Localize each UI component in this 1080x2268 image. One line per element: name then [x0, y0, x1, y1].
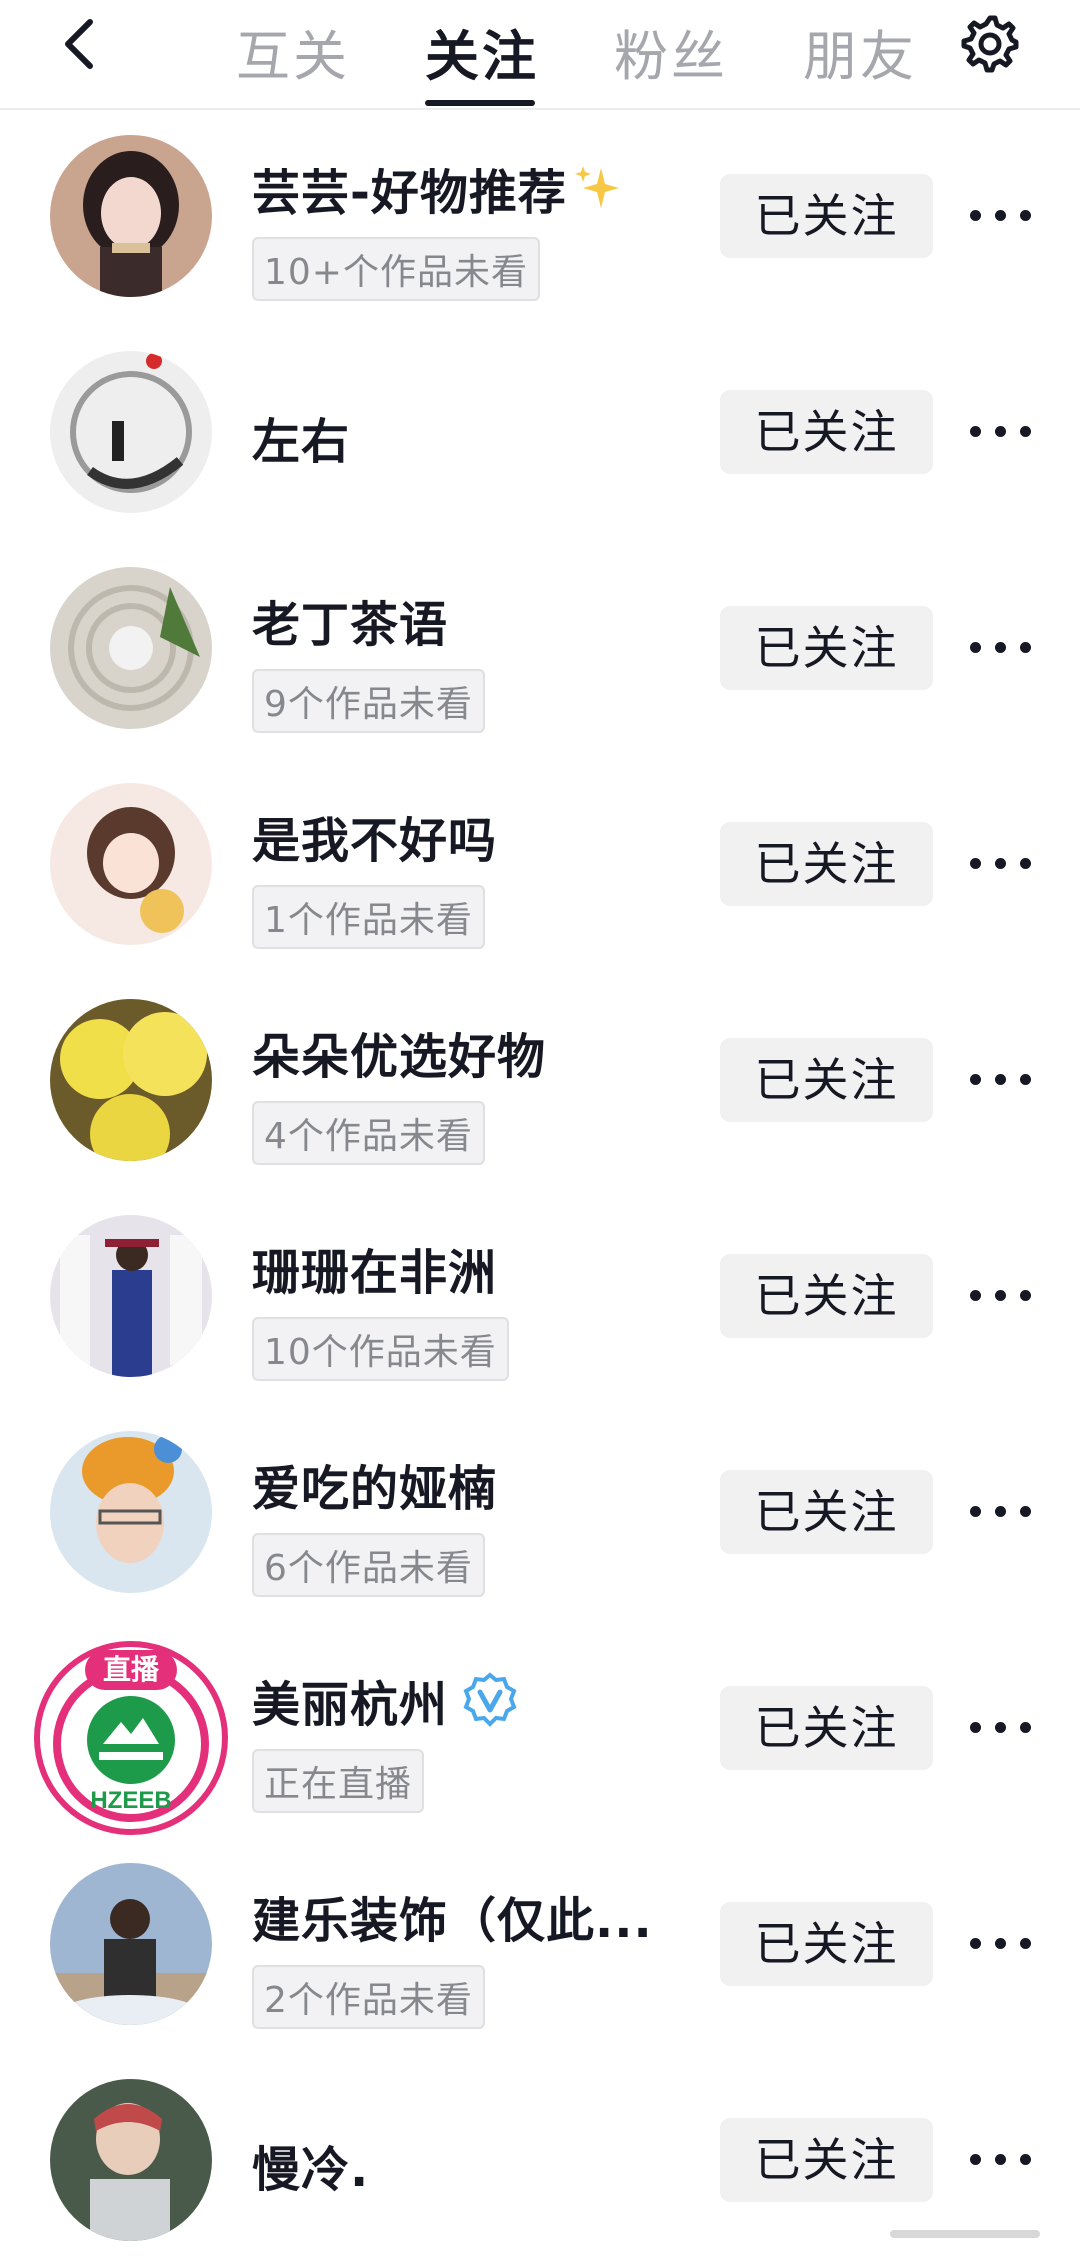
following-button[interactable]: 已关注 — [720, 2118, 933, 2202]
more-options-icon[interactable] — [968, 412, 1034, 452]
unwatched-badge: 9个作品未看 — [252, 669, 485, 733]
user-name[interactable]: 美丽杭州 — [252, 1665, 448, 1735]
unwatched-badge: 6个作品未看 — [252, 1533, 485, 1597]
list-item[interactable]: HZEEB 直播 美丽杭州 正在直播 已关注 — [0, 1620, 1080, 1836]
user-name[interactable]: 朵朵优选好物 — [252, 1017, 546, 1087]
more-options-icon[interactable] — [968, 844, 1034, 884]
more-options-icon[interactable] — [968, 2140, 1034, 2180]
avatar[interactable] — [50, 2079, 212, 2241]
avatar[interactable] — [50, 783, 212, 945]
list-item[interactable]: 左右 已关注 — [0, 324, 1080, 540]
following-button[interactable]: 已关注 — [720, 606, 933, 690]
user-name[interactable]: 是我不好吗 — [252, 801, 497, 871]
more-options-icon[interactable] — [968, 1492, 1034, 1532]
gear-icon[interactable] — [958, 12, 1022, 76]
user-name[interactable]: 珊珊在非洲 — [252, 1233, 497, 1303]
more-options-icon[interactable] — [968, 1924, 1034, 1964]
avatar[interactable] — [50, 351, 212, 513]
following-button[interactable]: 已关注 — [720, 1470, 933, 1554]
list-item[interactable]: 爱吃的娅楠 6个作品未看 已关注 — [0, 1404, 1080, 1620]
tab-followers[interactable]: 粉丝 — [614, 12, 728, 91]
following-button[interactable]: 已关注 — [720, 822, 933, 906]
tab-friends[interactable]: 朋友 — [803, 12, 917, 91]
user-name[interactable]: 芸芸-好物推荐 — [252, 153, 567, 223]
logo-text: HZEEB — [90, 1787, 171, 1814]
tab-following[interactable]: 关注 — [425, 12, 539, 91]
user-name[interactable]: 建乐装饰（仅此... — [252, 1881, 653, 1951]
more-options-icon[interactable] — [968, 1276, 1034, 1316]
top-nav-bar: 互关 关注 粉丝 朋友 — [0, 0, 1080, 110]
unwatched-badge: 1个作品未看 — [252, 885, 485, 949]
following-button[interactable]: 已关注 — [720, 174, 933, 258]
unwatched-badge: 10个作品未看 — [252, 1317, 509, 1381]
sparkles-icon — [574, 166, 619, 208]
unwatched-badge: 2个作品未看 — [252, 1965, 485, 2029]
list-item[interactable]: 珊珊在非洲 10个作品未看 已关注 — [0, 1188, 1080, 1404]
tab-mutual[interactable]: 互关 — [236, 12, 350, 91]
more-options-icon[interactable] — [968, 628, 1034, 668]
verified-icon — [463, 1672, 517, 1727]
avatar[interactable] — [50, 1863, 212, 2025]
user-name[interactable]: 慢冷. — [252, 2130, 369, 2200]
avatar[interactable] — [50, 135, 212, 297]
more-options-icon[interactable] — [968, 1708, 1034, 1748]
avatar[interactable] — [50, 1215, 212, 1377]
user-name[interactable]: 老丁茶语 — [252, 585, 448, 655]
more-options-icon[interactable] — [968, 196, 1034, 236]
user-name[interactable]: 左右 — [252, 402, 350, 472]
following-button[interactable]: 已关注 — [720, 390, 933, 474]
avatar[interactable] — [50, 567, 212, 729]
list-item[interactable]: 朵朵优选好物 4个作品未看 已关注 — [0, 972, 1080, 1188]
avatar[interactable] — [50, 999, 212, 1161]
scroll-indicator — [890, 2230, 1040, 2238]
following-button[interactable]: 已关注 — [720, 1038, 933, 1122]
list-item[interactable]: 老丁茶语 9个作品未看 已关注 — [0, 540, 1080, 756]
live-status-badge: 正在直播 — [252, 1749, 425, 1813]
following-button[interactable]: 已关注 — [720, 1902, 933, 1986]
following-button[interactable]: 已关注 — [720, 1686, 933, 1770]
more-options-icon[interactable] — [968, 1060, 1034, 1100]
following-button[interactable]: 已关注 — [720, 1254, 933, 1338]
list-item[interactable]: 是我不好吗 1个作品未看 已关注 — [0, 756, 1080, 972]
list-item[interactable]: 建乐装饰（仅此... 2个作品未看 已关注 — [0, 1836, 1080, 2052]
avatar[interactable] — [50, 1431, 212, 1593]
unwatched-badge: 10+个作品未看 — [252, 237, 540, 301]
unwatched-badge: 4个作品未看 — [252, 1101, 485, 1165]
user-name[interactable]: 爱吃的娅楠 — [252, 1449, 497, 1519]
chevron-left-icon[interactable] — [52, 14, 112, 74]
live-label: 直播 — [85, 1650, 177, 1690]
active-tab-indicator — [425, 100, 535, 106]
list-item[interactable]: 芸芸-好物推荐 10+个作品未看 已关注 — [0, 108, 1080, 324]
